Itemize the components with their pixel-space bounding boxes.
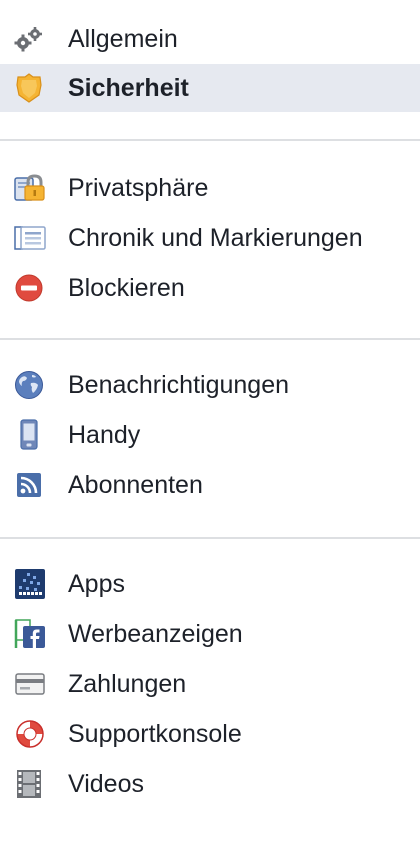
sidebar-item-label: Privatsphäre xyxy=(68,174,209,202)
sidebar-item-apps[interactable]: Apps xyxy=(0,560,420,608)
sidebar-item-sicherheit[interactable]: Sicherheit xyxy=(0,64,420,112)
film-strip-icon xyxy=(14,766,54,802)
sidebar-item-label: Apps xyxy=(68,570,125,598)
sidebar-item-blockieren[interactable]: Blockieren xyxy=(0,264,420,312)
lifebuoy-icon xyxy=(14,716,54,752)
sidebar-item-label: Sicherheit xyxy=(68,74,189,102)
sidebar-item-label: Blockieren xyxy=(68,274,185,302)
sidebar-item-allgemein[interactable]: Allgemein xyxy=(0,15,420,63)
sidebar-item-supportkonsole[interactable]: Supportkonsole xyxy=(0,710,420,758)
sidebar-item-label: Supportkonsole xyxy=(68,720,242,748)
mobile-phone-icon xyxy=(14,417,54,453)
rss-feed-icon xyxy=(14,467,54,503)
sidebar-item-zahlungen[interactable]: Zahlungen xyxy=(0,660,420,708)
sidebar-item-label: Chronik und Markierungen xyxy=(68,224,363,252)
sidebar-item-handy[interactable]: Handy xyxy=(0,411,420,459)
section-divider xyxy=(0,338,420,340)
sidebar-item-label: Benachrichtigungen xyxy=(68,371,289,399)
sidebar-item-benachrichtigungen[interactable]: Benachrichtigungen xyxy=(0,361,420,409)
section-divider xyxy=(0,139,420,141)
sidebar-item-chronik-und-markierungen[interactable]: Chronik und Markierungen xyxy=(0,214,420,262)
sidebar-item-werbeanzeigen[interactable]: Werbeanzeigen xyxy=(0,610,420,658)
timeline-tag-icon xyxy=(14,220,54,256)
globe-icon xyxy=(14,367,54,403)
sidebar-item-label: Allgemein xyxy=(68,25,178,53)
apps-grid-icon xyxy=(14,566,54,602)
sidebar-item-videos[interactable]: Videos xyxy=(0,760,420,808)
sidebar-item-label: Handy xyxy=(68,421,141,449)
sidebar-item-abonnenten[interactable]: Abonnenten xyxy=(0,461,420,509)
sidebar-item-label: Zahlungen xyxy=(68,670,187,698)
ads-flag-icon xyxy=(14,616,54,652)
sidebar-item-label: Videos xyxy=(68,770,144,798)
block-icon xyxy=(14,270,54,306)
shield-badge-icon xyxy=(14,70,54,106)
privacy-lock-icon xyxy=(14,170,54,206)
sidebar-item-label: Abonnenten xyxy=(68,471,203,499)
section-divider xyxy=(0,537,420,539)
credit-card-icon xyxy=(14,666,54,702)
sidebar-item-label: Werbeanzeigen xyxy=(68,620,243,648)
gears-icon xyxy=(14,21,54,57)
settings-sidebar: Allgemein Sicherheit Privatsphäre Chroni… xyxy=(0,0,420,852)
sidebar-item-privatsphaere[interactable]: Privatsphäre xyxy=(0,164,420,212)
